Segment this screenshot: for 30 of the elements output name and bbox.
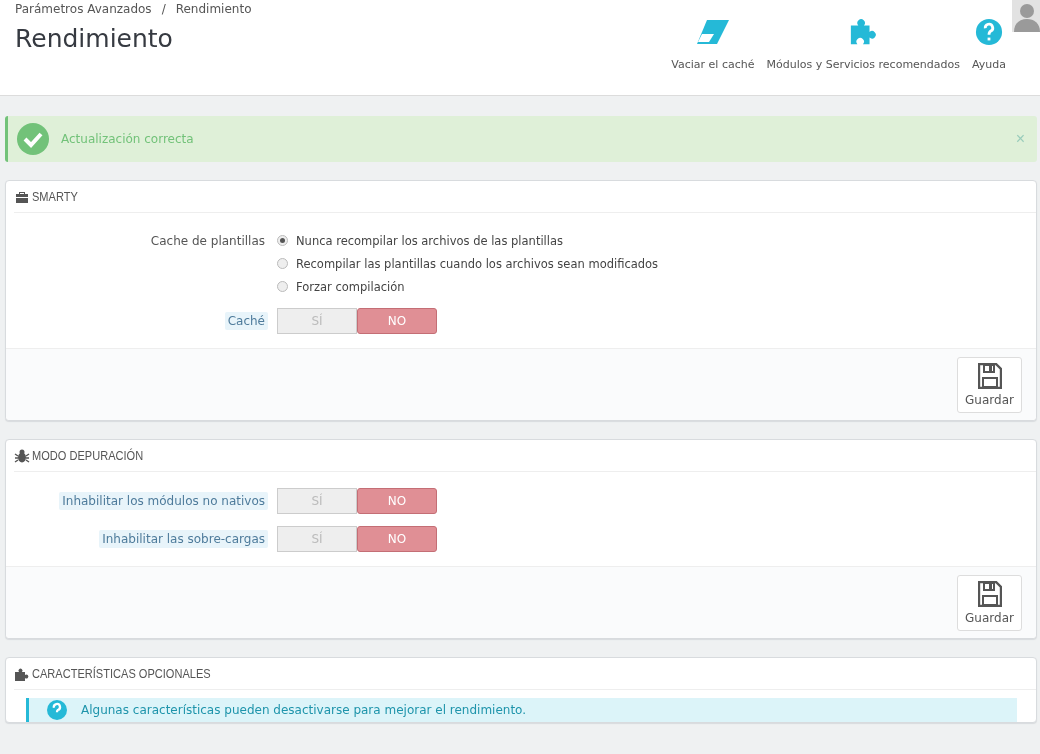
toolbar-button[interactable]: Vaciar el caché <box>671 18 755 71</box>
breadcrumb-link[interactable]: Rendimiento <box>175 2 252 16</box>
breadcrumb-separator: / <box>161 2 166 16</box>
panel-title: MODO DEPURACIÓN <box>32 448 144 463</box>
alert-message: Actualización correcta <box>61 132 195 146</box>
toolbar-button[interactable]: Ayuda <box>972 18 1006 71</box>
page-title: Rendimiento <box>15 24 174 53</box>
field-label: Caché <box>224 312 268 330</box>
radio-button[interactable] <box>277 281 288 292</box>
avatar-icon[interactable] <box>1012 0 1040 32</box>
eraser-icon <box>694 18 731 46</box>
field-label: Cache de plantillas <box>149 233 266 250</box>
save-button[interactable]: Guardar <box>957 575 1022 631</box>
puzzle-icon <box>848 18 879 46</box>
panel-title: SMARTY <box>32 189 78 204</box>
info-message: Algunas características pueden desactivarse para mejorar el rendimiento. <box>81 703 527 717</box>
field-label: Inhabilitar las sobre-cargas <box>99 530 268 548</box>
radio-button[interactable] <box>277 235 288 246</box>
help-icon <box>974 18 1004 46</box>
radio-label: Recompilar las plantillas cuando los archivos sean modificados <box>296 256 659 271</box>
panel-title: CARACTERÍSTICAS OPCIONALES <box>32 666 211 681</box>
breadcrumb-link[interactable]: Parámetros Avanzados <box>15 2 152 16</box>
radio-button[interactable] <box>277 258 288 269</box>
radio-label: Forzar compilación <box>296 279 405 294</box>
save-button[interactable]: Guardar <box>957 357 1022 413</box>
toolbar-button[interactable]: Módulos y Servicios recomendados <box>766 18 960 71</box>
check-icon <box>17 123 49 155</box>
field-label: Inhabilitar los módulos no nativos <box>59 492 268 510</box>
bug-icon <box>14 447 30 464</box>
radio-label: Nunca recompilar los archivos de las plantillas <box>296 233 563 248</box>
